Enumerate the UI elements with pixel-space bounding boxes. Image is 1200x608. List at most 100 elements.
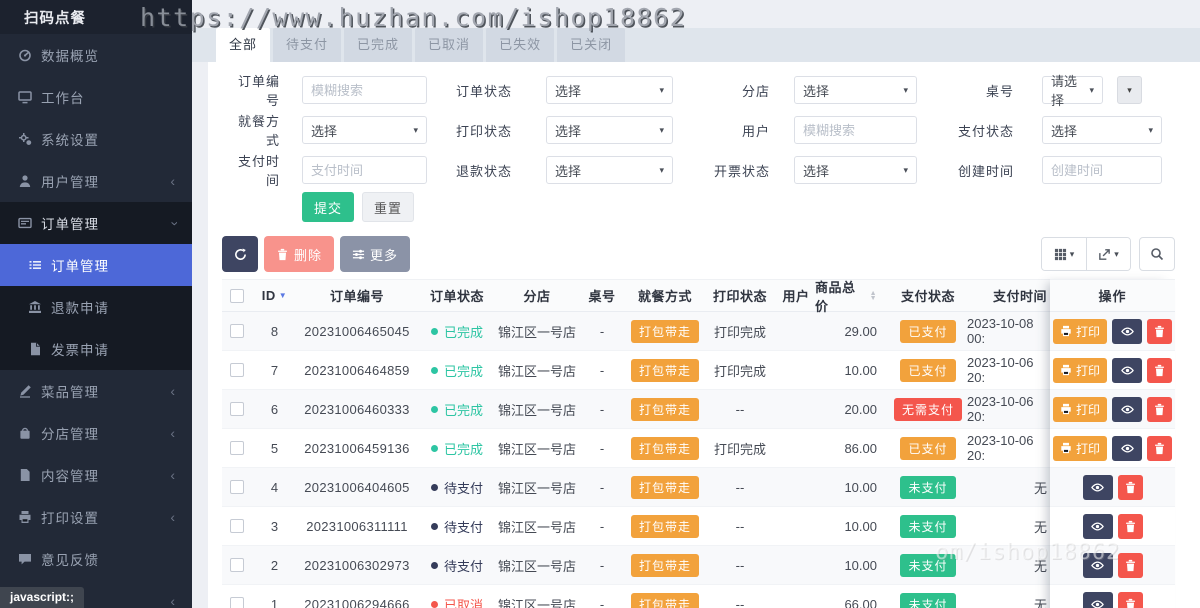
cell-user (777, 468, 815, 506)
sidebar-item-data-overview[interactable]: 数据概览 (0, 34, 192, 76)
printer-icon (1060, 403, 1072, 415)
col-id[interactable]: ID▼ (252, 280, 297, 311)
view-button[interactable] (1083, 553, 1113, 578)
row-delete-button[interactable] (1147, 397, 1172, 422)
row-delete-button[interactable] (1147, 358, 1172, 383)
filter-label-branch: 分店 (673, 81, 770, 100)
sidebar-item-invoice-request[interactable]: 发票申请 (0, 328, 192, 370)
row-checkbox[interactable] (230, 324, 244, 338)
filter-group-order-status: 订单状态选择▾ (427, 70, 673, 110)
cell-total-price: 10.00 (815, 468, 889, 506)
tab-待支付[interactable]: 待支付 (273, 28, 341, 62)
table-no-extra-button[interactable]: ▾ (1117, 76, 1142, 104)
status-dot (431, 484, 438, 491)
cell-print-status: -- (703, 585, 777, 608)
create-time-input[interactable] (1042, 156, 1162, 184)
order-status-select[interactable]: 选择▾ (546, 76, 673, 104)
trash-icon (276, 248, 289, 261)
status-dot (431, 445, 438, 452)
sidebar-item-content-mgmt[interactable]: 内容管理‹ (0, 454, 192, 496)
filter-control-create-time (1042, 156, 1162, 184)
filter-control-dining-type: 选择▾ (302, 116, 427, 144)
row-delete-button[interactable] (1118, 475, 1143, 500)
refund-status-select[interactable]: 选择▾ (546, 156, 673, 184)
more-button[interactable]: 更多 (340, 236, 410, 272)
sidebar-item-workbench[interactable]: 工作台 (0, 76, 192, 118)
print-button[interactable]: 打印 (1053, 397, 1107, 422)
print-button[interactable]: 打印 (1053, 436, 1107, 461)
col-select[interactable] (222, 280, 252, 311)
tab-已取消[interactable]: 已取消 (415, 28, 483, 62)
row-checkbox[interactable] (230, 480, 244, 494)
col-total-price[interactable]: 商品总价▲▼ (815, 280, 889, 311)
export-button[interactable]: ▾ (1086, 238, 1130, 270)
tab-已失效[interactable]: 已失效 (486, 28, 554, 62)
refresh-button[interactable] (222, 236, 258, 272)
sidebar-logo[interactable]: 扫码点餐 (0, 0, 192, 34)
print-button[interactable]: 打印 (1053, 319, 1107, 344)
sidebar-item-print-settings[interactable]: 打印设置‹ (0, 496, 192, 538)
print-button-label: 打印 (1076, 440, 1100, 457)
tab-已关闭[interactable]: 已关闭 (557, 28, 625, 62)
row-checkbox[interactable] (230, 519, 244, 533)
delete-button[interactable]: 删除 (264, 236, 334, 272)
print-button[interactable]: 打印 (1053, 358, 1107, 383)
row-delete-button[interactable] (1147, 319, 1172, 344)
submit-button[interactable]: 提交 (302, 192, 354, 222)
row-checkbox[interactable] (230, 558, 244, 572)
sidebar-item-label: 内容管理 (41, 465, 99, 485)
tab-已完成[interactable]: 已完成 (344, 28, 412, 62)
search-toggle-button[interactable] (1139, 237, 1175, 271)
sidebar-item-refund-request[interactable]: 退款申请 (0, 286, 192, 328)
user-input[interactable] (794, 116, 917, 144)
cell-order-no: 20231006459136 (297, 429, 417, 467)
sidebar-item-feedback[interactable]: 意见反馈 (0, 538, 192, 580)
cell-branch: 锦江区一号店 (497, 468, 577, 506)
row-delete-button[interactable] (1118, 553, 1143, 578)
row-checkbox[interactable] (230, 363, 244, 377)
row-delete-button[interactable] (1118, 592, 1143, 608)
cell-total-price: 10.00 (815, 351, 889, 389)
cell-print-status: 打印完成 (703, 429, 777, 467)
printer-icon (1060, 364, 1072, 376)
table-row: 820231006465045已完成锦江区一号店-打包带走打印完成29.00已支… (222, 312, 1175, 351)
select-all-checkbox[interactable] (230, 289, 244, 303)
row-checkbox[interactable] (230, 597, 244, 608)
export-icon (1098, 248, 1111, 261)
table-no-select[interactable]: 请选择▾ (1042, 76, 1103, 104)
row-checkbox[interactable] (230, 402, 244, 416)
pay-status-select[interactable]: 选择▾ (1042, 116, 1162, 144)
cell-dining-type: 打包带走 (627, 546, 703, 584)
view-button[interactable] (1083, 514, 1113, 539)
cell-order-status: 待支付 (417, 507, 497, 545)
trash-icon (1153, 403, 1166, 416)
view-button[interactable] (1112, 319, 1142, 344)
row-delete-button[interactable] (1118, 514, 1143, 539)
columns-toggle-button[interactable]: ▾ (1042, 238, 1086, 270)
row-checkbox[interactable] (230, 441, 244, 455)
pay-time-input[interactable] (302, 156, 427, 184)
view-button[interactable] (1112, 397, 1142, 422)
sidebar-item-dish-mgmt[interactable]: 菜品管理‹ (0, 370, 192, 412)
branch-select[interactable]: 选择▾ (794, 76, 917, 104)
dining-type-select[interactable]: 选择▾ (302, 116, 427, 144)
order-no-input[interactable] (302, 76, 427, 104)
print-status-select[interactable]: 选择▾ (546, 116, 673, 144)
view-button[interactable] (1112, 358, 1142, 383)
sidebar-item-order-list[interactable]: 订单管理 (0, 244, 192, 286)
view-button[interactable] (1083, 592, 1113, 608)
tab-全部[interactable]: 全部 (216, 28, 270, 62)
sidebar-item-branch-mgmt[interactable]: 分店管理‹ (0, 412, 192, 454)
sidebar-item-system-settings[interactable]: 系统设置 (0, 118, 192, 160)
pay-status-badge: 已支付 (900, 437, 955, 460)
cell-print-status: -- (703, 546, 777, 584)
reset-button[interactable]: 重置 (362, 192, 414, 222)
col-label-pay-time: 支付时间 (993, 286, 1047, 305)
sidebar-item-user-mgmt[interactable]: 用户管理‹ (0, 160, 192, 202)
view-button[interactable] (1112, 436, 1142, 461)
row-delete-button[interactable] (1147, 436, 1172, 461)
cell-table-no: - (577, 546, 627, 584)
view-button[interactable] (1083, 475, 1113, 500)
invoice-status-select[interactable]: 选择▾ (794, 156, 917, 184)
sidebar-item-order-mgmt[interactable]: 订单管理‹ (0, 202, 192, 244)
